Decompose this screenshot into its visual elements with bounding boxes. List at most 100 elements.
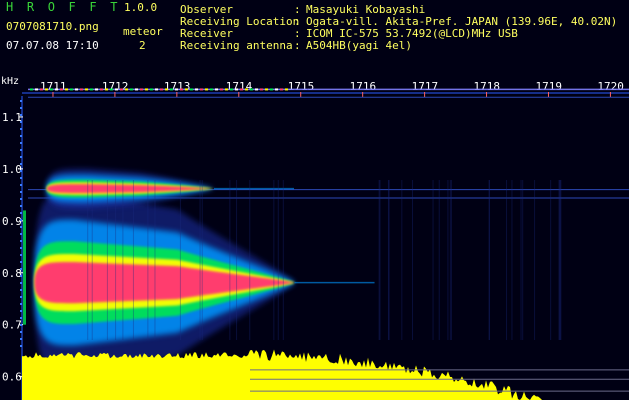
carrier-speckle — [275, 88, 278, 90]
carrier-speckle — [30, 88, 33, 90]
time-tick-label: 1714 — [226, 80, 253, 93]
carrier-speckle — [145, 88, 148, 90]
carrier-speckle — [160, 88, 163, 90]
axis-dot — [20, 233, 22, 235]
axis-dot — [20, 226, 22, 228]
carrier-speckle — [255, 88, 258, 90]
axis-dot — [20, 163, 22, 165]
carrier-speckle — [130, 88, 133, 90]
carrier-speckle — [90, 88, 93, 90]
spectrogram-plot: kHz 1711 1712 1713 1714 1715 1716 1717 1718 1719 1… — [0, 0, 629, 400]
carrier-speckle — [280, 88, 283, 90]
carrier-speckle — [185, 88, 188, 90]
carrier-speckle — [200, 88, 203, 90]
carrier-speckle — [250, 88, 253, 90]
carrier-speckle — [65, 88, 68, 90]
axis-dot — [20, 191, 22, 193]
carrier-speckle — [265, 88, 268, 90]
axis-dot — [20, 142, 22, 144]
carrier-speckle — [210, 88, 213, 90]
freq-tick-label: 1.0 — [2, 163, 22, 176]
carrier-speckle — [135, 88, 138, 90]
axis-dot — [20, 303, 22, 305]
carrier-speckle — [60, 88, 63, 90]
carrier-speckle — [240, 88, 243, 90]
axis-dot — [20, 331, 22, 333]
axis-dot — [20, 338, 22, 340]
level-histogram — [22, 350, 560, 400]
axis-dot — [20, 219, 22, 221]
carrier-speckle — [155, 88, 158, 90]
carrier-speckle — [235, 88, 238, 90]
carrier-speckle — [110, 88, 113, 90]
carrier-speckle — [150, 88, 153, 90]
axis-dot — [20, 345, 22, 347]
carrier-speckle — [125, 88, 128, 90]
carrier-speckle — [260, 88, 263, 90]
axis-dot — [20, 205, 22, 207]
axis-dot — [20, 121, 22, 123]
axis-dot — [20, 247, 22, 249]
axis-dot — [20, 282, 22, 284]
carrier-speckle — [55, 88, 58, 90]
carrier-speckle — [80, 88, 83, 90]
axis-dot — [20, 100, 22, 102]
axis-dot — [20, 275, 22, 277]
carrier-speckle — [45, 88, 48, 90]
axis-dot — [20, 261, 22, 263]
carrier-speckle — [50, 88, 53, 90]
time-tick-label: 1717 — [412, 80, 439, 93]
axis-dot — [20, 296, 22, 298]
carrier-speckle — [175, 88, 178, 90]
axis-dot — [20, 198, 22, 200]
time-tick-label: 1720 — [597, 80, 624, 93]
carrier-speckle — [195, 88, 198, 90]
time-tick-label: 1715 — [288, 80, 315, 93]
axis-dot — [20, 114, 22, 116]
freq-tick-label: 1.1 — [2, 111, 22, 124]
burst-spike — [23, 210, 26, 324]
carrier-speckle — [75, 88, 78, 90]
freq-tick-label: 0.8 — [2, 267, 22, 280]
axis-dot — [20, 135, 22, 137]
carrier-speckle — [105, 88, 108, 90]
carrier-speckle — [95, 88, 98, 90]
hrofft-window: H R O F F T 1.0.0 0707081710.png 07.07.0… — [0, 0, 629, 400]
carrier-speckle — [205, 88, 208, 90]
carrier-speckle — [70, 88, 73, 90]
carrier-speckle — [270, 88, 273, 90]
axis-dot — [20, 324, 22, 326]
freq-tick-label: 0.7 — [2, 319, 22, 332]
axis-dot — [20, 107, 22, 109]
time-tick-label: 1718 — [474, 80, 501, 93]
carrier-speckle — [180, 88, 183, 90]
carrier-speckle — [245, 88, 248, 90]
carrier-speckle — [285, 88, 288, 90]
axis-dot — [20, 177, 22, 179]
axis-dot — [20, 317, 22, 319]
freq-tick-label: 0.9 — [2, 215, 22, 228]
axis-dot — [20, 289, 22, 291]
carrier-speckle — [220, 88, 223, 90]
carrier-speckle — [35, 88, 38, 90]
axis-dot — [20, 184, 22, 186]
carrier-speckle — [140, 88, 143, 90]
carrier-speckle — [40, 88, 43, 90]
freq-tick-label: 0.6 — [2, 371, 22, 384]
carrier-speckle — [225, 88, 228, 90]
carrier-speckle — [100, 88, 103, 90]
axis-dot — [20, 156, 22, 158]
carrier-speckle — [170, 88, 173, 90]
axis-dot — [20, 149, 22, 151]
time-tick-label: 1716 — [350, 80, 377, 93]
time-tick-label: 1719 — [535, 80, 562, 93]
axis-dot — [20, 268, 22, 270]
axis-dot — [20, 310, 22, 312]
carrier-speckle — [115, 88, 118, 90]
axis-dot — [20, 254, 22, 256]
axis-dot — [20, 170, 22, 172]
axis-dot — [20, 128, 22, 130]
axis-dot — [20, 240, 22, 242]
carrier-speckle — [120, 88, 123, 90]
time-tick-label: 1711 — [40, 80, 67, 93]
